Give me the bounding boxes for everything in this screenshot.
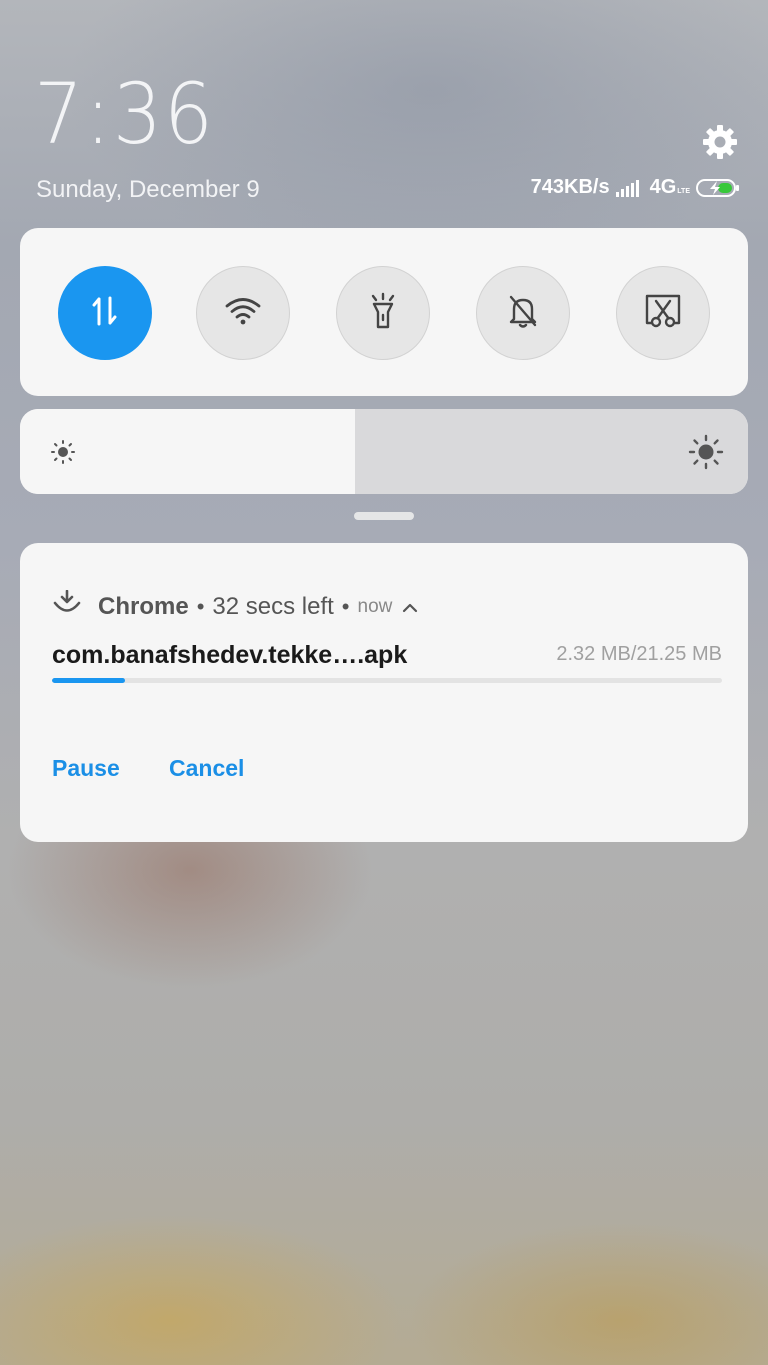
brightness-slider[interactable] (20, 409, 748, 494)
data-arrows-icon (88, 294, 122, 333)
settings-gear-icon[interactable] (700, 122, 740, 162)
cancel-button[interactable]: Cancel (169, 755, 244, 782)
status-bar: 743KB/s 4G LTE (531, 176, 740, 199)
pause-button[interactable]: Pause (52, 755, 120, 782)
flashlight-icon (366, 292, 400, 335)
notification-app-name: Chrome (98, 592, 189, 620)
quick-toggles-panel (20, 228, 748, 396)
wifi-toggle[interactable] (196, 266, 290, 360)
network-speed: 743KB/s (530, 176, 610, 198)
separator-dot: • (341, 593, 350, 619)
brightness-high-icon (688, 434, 724, 475)
notification-time: now (357, 595, 393, 617)
separator-dot: • (196, 593, 205, 619)
mute-toggle[interactable] (476, 266, 570, 360)
notification-header: Chrome • 32 secs left • now (52, 589, 418, 623)
time-left: 32 secs left (212, 592, 334, 620)
drag-handle[interactable] (354, 512, 414, 520)
battery-charging-icon (696, 178, 740, 198)
network-type: 4G (649, 176, 677, 198)
network-sub-label: LTE (677, 188, 690, 195)
download-notification[interactable] (20, 543, 748, 842)
mobile-data-toggle[interactable] (58, 266, 152, 360)
date-label: Sunday, December 9 (36, 176, 260, 203)
wifi-icon (224, 296, 262, 331)
brightness-low-icon (50, 439, 76, 470)
clock-time: 7:36 (34, 65, 215, 163)
flashlight-toggle[interactable] (336, 266, 430, 360)
download-filename: com.banafshedev.tekke….apk (52, 641, 408, 669)
bell-off-icon (505, 293, 541, 334)
download-icon (52, 589, 82, 623)
download-progress-fill (52, 678, 126, 683)
download-progress-bar (52, 678, 722, 683)
download-size: 2.32 MB/21.25 MB (556, 643, 722, 665)
screenshot-toggle[interactable] (616, 266, 710, 360)
signal-icon (615, 179, 644, 197)
chevron-up-icon[interactable] (402, 593, 418, 621)
scissors-icon (644, 293, 682, 334)
